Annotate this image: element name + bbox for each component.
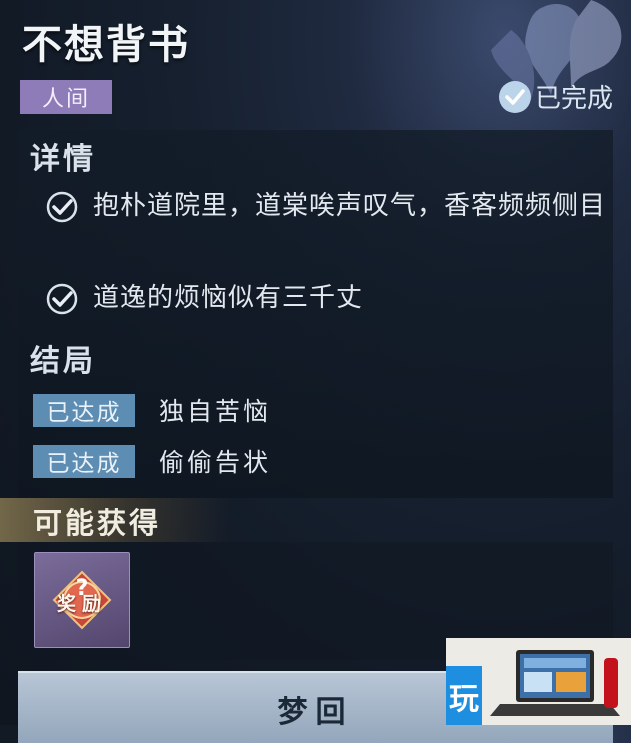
achieved-tag: 已达成 bbox=[33, 393, 135, 427]
check-mark-icon bbox=[46, 191, 78, 223]
completed-status: 已完成 bbox=[498, 78, 613, 115]
rewards-heading: 可能获得 bbox=[33, 506, 162, 540]
watermark-badge: 玩 bbox=[446, 666, 482, 725]
realm-tag: 人间 bbox=[20, 80, 112, 114]
endings-heading: 结局 bbox=[30, 344, 96, 379]
laptop-image-icon bbox=[490, 650, 620, 716]
ending-item: 已达成 独自苦恼 bbox=[33, 392, 271, 428]
detail-item-text: 抱朴道院里，道棠唉声叹气，香客频频侧目 bbox=[93, 191, 607, 221]
check-circle-icon bbox=[498, 80, 531, 113]
detail-item: 抱朴道院里，道棠唉声叹气，香客频频侧目 bbox=[45, 186, 606, 227]
detail-item-text: 道逸的烦恼似有三千丈 bbox=[93, 283, 364, 313]
details-heading: 详情 bbox=[30, 142, 96, 177]
completed-status-label: 已完成 bbox=[534, 84, 613, 114]
quest-title: 不想背书 bbox=[22, 21, 190, 68]
detail-item: 道逸的烦恼似有三千丈 bbox=[45, 278, 606, 319]
ending-item: 已达成 偷偷告状 bbox=[33, 443, 271, 479]
ending-item-text: 偷偷告状 bbox=[159, 448, 272, 477]
achieved-tag: 已达成 bbox=[33, 444, 135, 478]
reward-item-label: 奖励 bbox=[56, 593, 107, 615]
reward-item[interactable]: ? 奖励 bbox=[34, 552, 130, 648]
ending-item-text: 独自苦恼 bbox=[159, 397, 272, 426]
watermark-overlay: 玩 bbox=[446, 638, 631, 725]
check-mark-icon bbox=[46, 283, 78, 315]
